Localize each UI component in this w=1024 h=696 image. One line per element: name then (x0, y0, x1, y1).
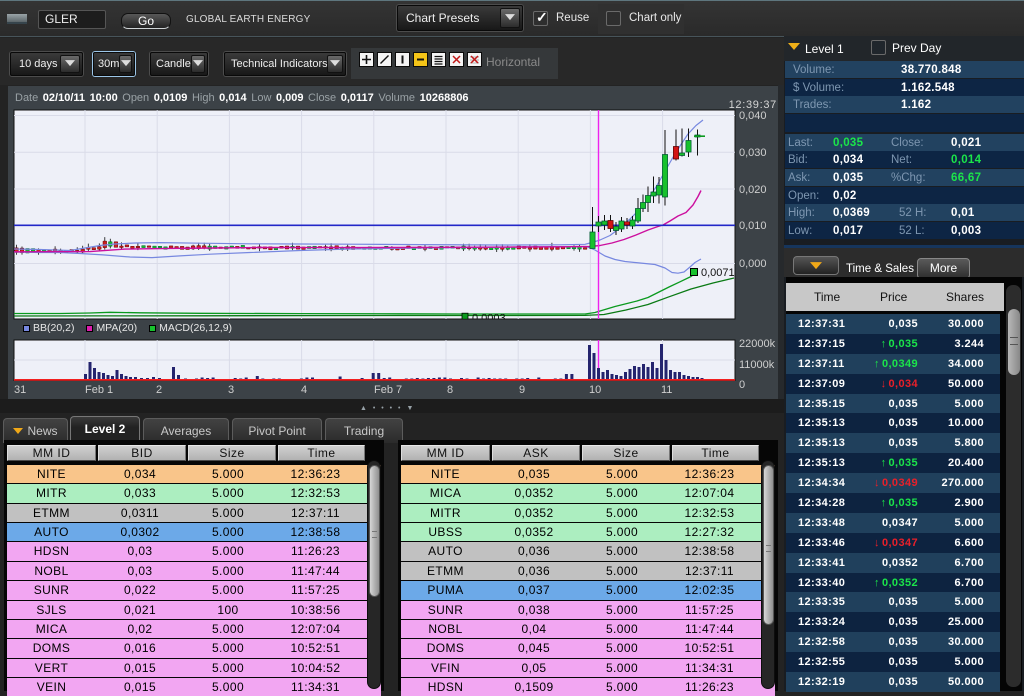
svg-text:0,0003: 0,0003 (472, 313, 506, 325)
svg-text:0,0071: 0,0071 (701, 267, 735, 279)
